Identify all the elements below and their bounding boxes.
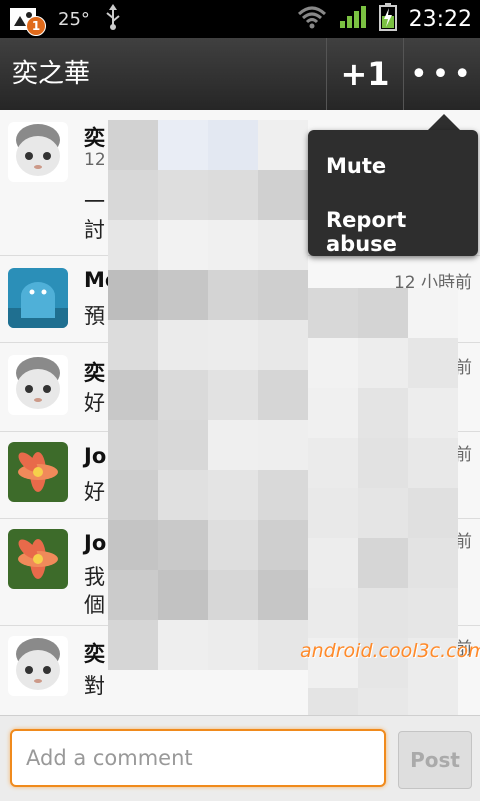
overflow-menu: Mute Report abuse <box>308 130 478 256</box>
comment-text: 對 <box>84 674 105 698</box>
censor-mosaic <box>308 288 458 715</box>
avatar[interactable] <box>8 636 68 696</box>
more-options-button[interactable]: ••• <box>403 38 480 110</box>
compose-bar: Post <box>0 715 480 801</box>
watermark: android.cool3c.com <box>300 640 480 662</box>
menu-item-report-abuse[interactable]: Report abuse <box>326 208 478 256</box>
comment-text: 預 <box>84 304 105 328</box>
comment-author[interactable]: 奕 <box>84 357 105 387</box>
temperature-text: 25° <box>58 8 90 30</box>
censor-mosaic <box>108 120 308 670</box>
battery-icon <box>378 3 397 35</box>
comment-text: 個 <box>84 593 105 617</box>
comment-text: 討 <box>84 218 105 242</box>
comment-text: 好 <box>84 391 105 415</box>
avatar[interactable] <box>8 355 68 415</box>
comment-author[interactable]: 奕 <box>84 122 105 152</box>
usb-icon <box>104 4 122 34</box>
comment-text: 好 <box>84 480 105 504</box>
comment-author[interactable]: Jo <box>84 444 106 468</box>
comment-text: 一 <box>84 190 105 214</box>
comment-meta: 12 <box>84 150 106 170</box>
menu-item-mute[interactable]: Mute <box>326 154 386 178</box>
avatar[interactable] <box>8 268 68 328</box>
notification-icon[interactable]: 1 <box>8 4 46 36</box>
signal-icon <box>339 5 367 33</box>
comment-author[interactable]: 奕 <box>84 638 105 668</box>
comment-text: 我 <box>84 565 105 589</box>
clock-text: 23:22 <box>408 6 472 32</box>
notification-count-badge: 1 <box>26 16 46 36</box>
plus-one-button[interactable]: +1 <box>326 38 403 110</box>
avatar[interactable] <box>8 529 68 589</box>
avatar[interactable] <box>8 442 68 502</box>
title-bar: 奕之華 +1 ••• <box>0 38 480 111</box>
post-button[interactable]: Post <box>398 731 472 789</box>
status-bar: 1 25° 23:22 <box>0 0 480 38</box>
comment-author[interactable]: Jo <box>84 531 106 555</box>
wifi-icon <box>297 5 327 33</box>
page-title: 奕之華 <box>12 59 91 89</box>
avatar[interactable] <box>8 122 68 182</box>
comment-input[interactable] <box>10 729 386 787</box>
